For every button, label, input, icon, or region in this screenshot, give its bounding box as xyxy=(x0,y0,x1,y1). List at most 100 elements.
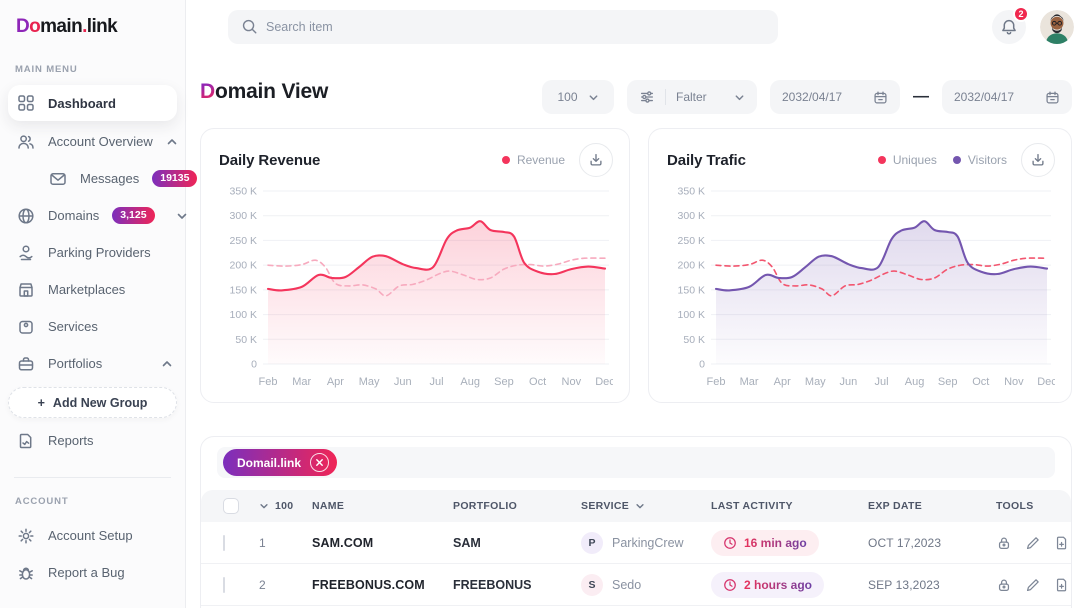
column-exp-date[interactable]: EXP DATE xyxy=(868,500,988,512)
portfolio-name: FREEBONUS xyxy=(453,578,581,592)
globe-icon xyxy=(17,207,35,225)
download-button[interactable] xyxy=(579,143,613,177)
avatar[interactable] xyxy=(1040,10,1074,44)
chevron-up-icon[interactable] xyxy=(166,136,178,148)
service-avatar: P xyxy=(581,532,603,554)
search-input[interactable] xyxy=(228,10,778,44)
sidebar-item-report-a-bug[interactable]: Report a Bug xyxy=(0,554,185,591)
legend-label: Uniques xyxy=(893,153,937,167)
sidebar-nav: Dashboard Account Overview Messages 1913… xyxy=(0,85,185,459)
date-from-picker[interactable]: 2032/04/17 xyxy=(770,80,900,114)
report-doc-icon xyxy=(17,432,35,450)
sidebar-item-label: Dashboard xyxy=(48,96,116,111)
legend-dot xyxy=(502,156,510,164)
svg-text:250 K: 250 K xyxy=(230,235,257,247)
sidebar-item-label: Account Setup xyxy=(48,528,133,543)
sidebar-item-messages[interactable]: Messages 19135 xyxy=(0,160,185,197)
sidebar-item-dashboard[interactable]: Dashboard xyxy=(8,85,177,121)
coin-hand-icon xyxy=(17,244,35,262)
chevron-down-icon xyxy=(588,92,599,103)
svg-text:Jun: Jun xyxy=(840,376,858,388)
add-new-group-button[interactable]: + Add New Group xyxy=(8,387,177,418)
download-icon xyxy=(588,152,604,168)
service-cell: S Sedo xyxy=(581,574,711,596)
date-to-picker[interactable]: 2032/04/17 xyxy=(942,80,1072,114)
svg-text:300 K: 300 K xyxy=(678,210,705,222)
chevron-down-icon xyxy=(734,92,745,103)
notifications-button[interactable]: 2 xyxy=(992,10,1026,44)
table-header-row: 100 NAME PORTFOLIO SERVICE LAST ACTIVITY… xyxy=(201,490,1071,522)
account-section-label: ACCOUNT xyxy=(0,478,185,517)
download-button[interactable] xyxy=(1021,143,1055,177)
edit-icon[interactable] xyxy=(1025,577,1041,593)
chart-legend: Revenue xyxy=(502,153,565,167)
service-name: Sedo xyxy=(612,578,641,592)
svg-text:50 K: 50 K xyxy=(683,334,705,346)
svg-text:150 K: 150 K xyxy=(230,284,257,296)
dashboard-icon xyxy=(17,94,35,112)
sidebar-item-marketplaces[interactable]: Marketplaces xyxy=(0,271,185,308)
bug-icon xyxy=(17,564,35,582)
domain-name[interactable]: SAM.COM xyxy=(312,536,453,550)
chevron-down-icon xyxy=(635,501,645,511)
add-new-group-label: Add New Group xyxy=(53,396,147,410)
notification-count-badge: 2 xyxy=(1013,6,1029,22)
gear-icon xyxy=(17,527,35,545)
service-name: ParkingCrew xyxy=(612,536,684,550)
svg-text:0: 0 xyxy=(251,359,257,371)
legend-label: Revenue xyxy=(517,153,565,167)
filter-dropdown[interactable]: Falter xyxy=(627,80,757,114)
exp-date: SEP 13,2023 xyxy=(868,578,988,592)
sidebar-item-label: Portfolios xyxy=(48,356,102,371)
column-name[interactable]: NAME xyxy=(312,500,453,512)
svg-text:200 K: 200 K xyxy=(678,260,705,272)
sidebar-item-domains[interactable]: Domains 3,125 xyxy=(0,197,185,234)
sidebar-item-services[interactable]: Services xyxy=(0,308,185,345)
chevron-up-icon[interactable] xyxy=(161,358,173,370)
chevron-down-icon[interactable] xyxy=(259,501,269,511)
table-row: 2 FREEBONUS.COM FREEBONUS S Sedo 2 hours… xyxy=(201,564,1071,606)
svg-text:Jun: Jun xyxy=(394,376,412,388)
filter-tag[interactable]: Domail.link xyxy=(223,449,337,476)
main-menu-label: MAIN MENU xyxy=(0,38,185,85)
select-all-checkbox[interactable] xyxy=(223,498,239,514)
column-service[interactable]: SERVICE xyxy=(581,500,711,512)
portfolio-name: SAM xyxy=(453,536,581,550)
file-add-icon[interactable] xyxy=(1054,535,1070,551)
lock-icon[interactable] xyxy=(996,577,1012,593)
page-size-select[interactable]: 100 xyxy=(542,80,614,114)
close-icon[interactable] xyxy=(310,453,329,472)
domains-badge: 3,125 xyxy=(112,207,154,224)
row-checkbox[interactable] xyxy=(223,577,225,593)
row-index: 2 xyxy=(259,578,312,592)
sidebar-item-reports[interactable]: Reports xyxy=(0,422,185,459)
svg-text:150 K: 150 K xyxy=(678,284,705,296)
row-index: 1 xyxy=(259,536,312,550)
filter-label: Falter xyxy=(676,90,707,104)
row-checkbox[interactable] xyxy=(223,535,225,551)
logo[interactable]: Domain.link xyxy=(0,0,185,38)
sidebar-item-account-setup[interactable]: Account Setup xyxy=(0,517,185,554)
column-last-activity[interactable]: LAST ACTIVITY xyxy=(711,500,868,512)
svg-text:Apr: Apr xyxy=(774,376,791,388)
filter-row: 100 Falter 2032/04/17 — 2032/04/17 xyxy=(542,80,1072,114)
svg-text:Sep: Sep xyxy=(494,376,514,388)
domain-name[interactable]: FREEBONUS.COM xyxy=(312,578,453,592)
legend-dot xyxy=(953,156,961,164)
storefront-icon xyxy=(17,281,35,299)
package-icon xyxy=(17,318,35,336)
sidebar-item-label: Reports xyxy=(48,433,94,448)
file-add-icon[interactable] xyxy=(1054,577,1070,593)
briefcase-icon xyxy=(17,355,35,373)
lock-icon[interactable] xyxy=(996,535,1012,551)
sidebar-item-parking-providers[interactable]: Parking Providers xyxy=(0,234,185,271)
sidebar-item-account-overview[interactable]: Account Overview xyxy=(0,123,185,160)
sidebar-item-label: Account Overview xyxy=(48,134,153,149)
logo-letter-o: o xyxy=(29,16,40,37)
column-portfolio[interactable]: PORTFOLIO xyxy=(453,500,581,512)
edit-icon[interactable] xyxy=(1025,535,1041,551)
chart-title: Daily Trafic xyxy=(667,152,746,169)
sidebar-item-portfolios[interactable]: Portfolios xyxy=(0,345,185,382)
legend-dot xyxy=(878,156,886,164)
active-filter-bar: Domail.link xyxy=(217,447,1055,478)
